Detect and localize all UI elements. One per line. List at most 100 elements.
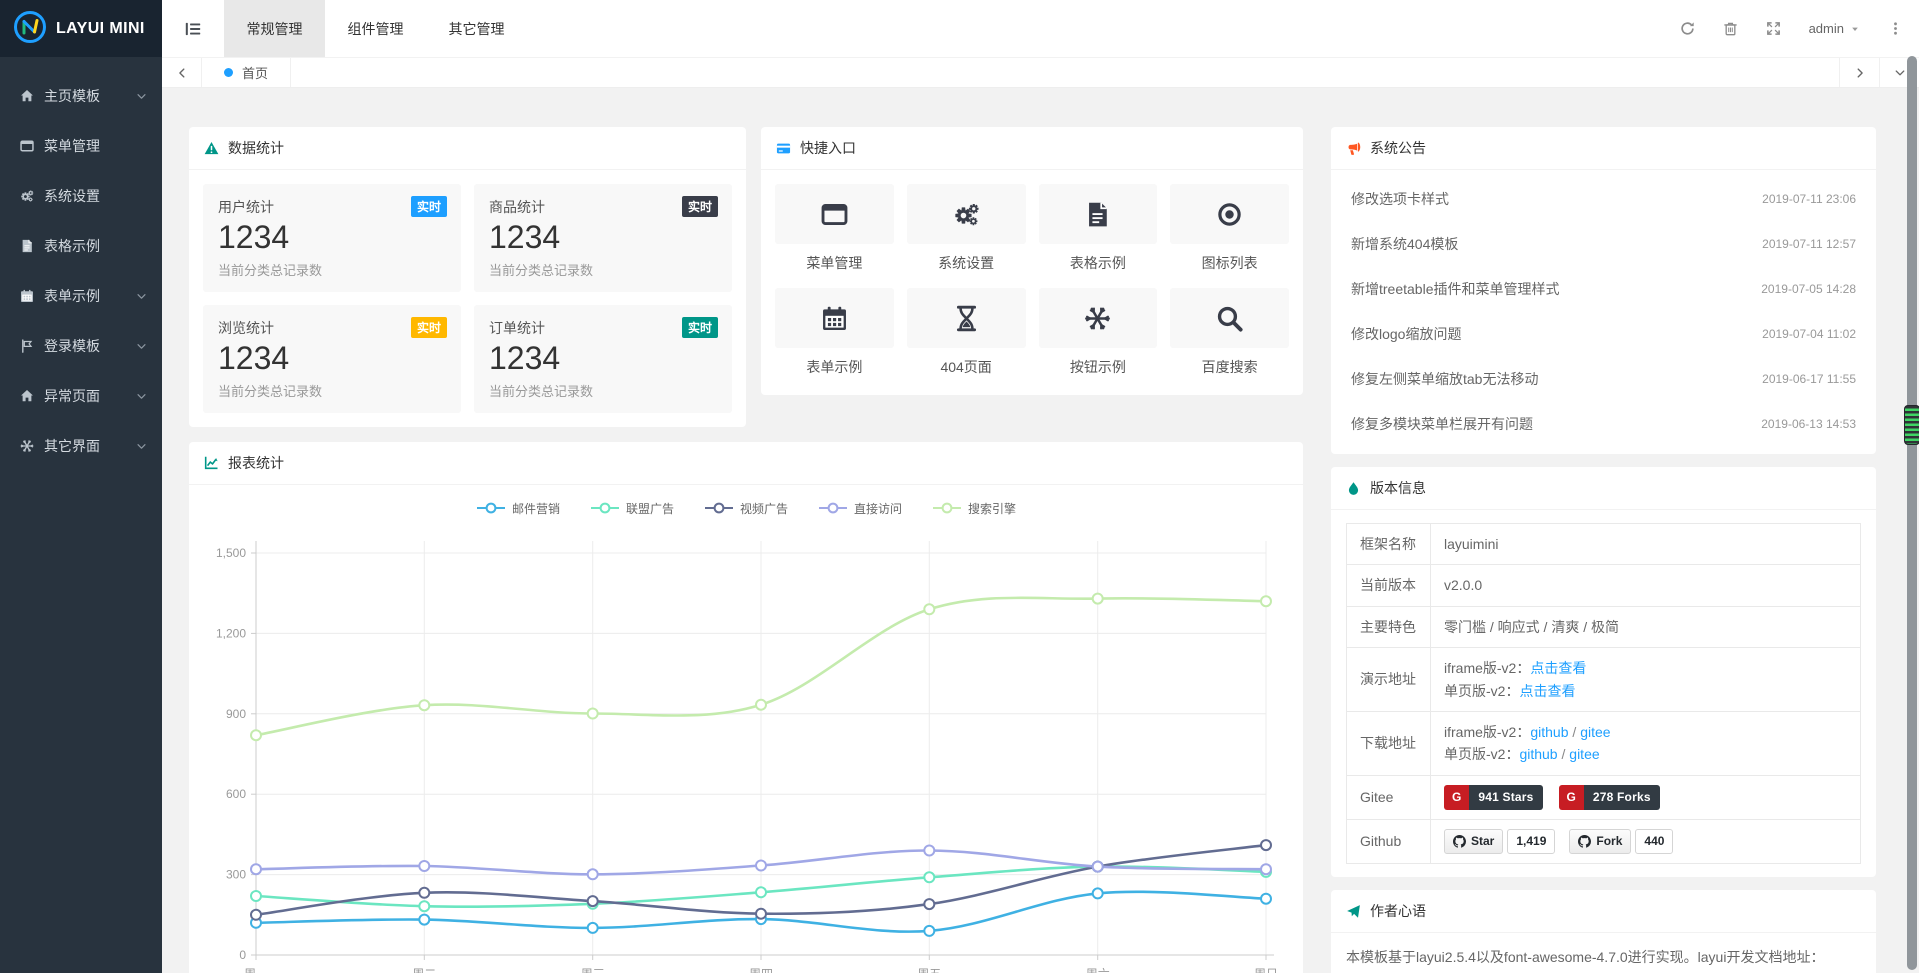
version-row-value: iframe版-v2：点击查看单页版-v2：点击查看 bbox=[1431, 648, 1861, 712]
version-link[interactable]: 点击查看 bbox=[1519, 683, 1575, 699]
legend-marker-icon bbox=[704, 502, 734, 514]
version-row-label: 框架名称 bbox=[1347, 524, 1431, 565]
tab-scroll-left-button[interactable] bbox=[162, 58, 202, 87]
version-row-value: iframe版-v2：github / gitee单页版-v2：github /… bbox=[1431, 711, 1861, 775]
notice-text: 修复左侧菜单缩放tab无法移动 bbox=[1351, 369, 1538, 389]
chevron-down-icon bbox=[136, 91, 147, 102]
quick-entry-7[interactable]: 百度搜索 bbox=[1170, 288, 1289, 377]
link-line-prefix: 单页版-v2： bbox=[1444, 746, 1519, 762]
quick-entry-label: 404页面 bbox=[907, 357, 1026, 377]
legend-marker-icon bbox=[476, 502, 506, 514]
menu-fold-icon[interactable] bbox=[162, 0, 224, 57]
stat-badge: 实时 bbox=[682, 317, 718, 338]
notice-item-1[interactable]: 新增系统404模板2019-07-11 12:57 bbox=[1331, 221, 1876, 266]
file-icon bbox=[20, 239, 34, 253]
quick-entry-label: 百度搜索 bbox=[1170, 357, 1289, 377]
tab-scroll-right-button[interactable] bbox=[1839, 58, 1879, 87]
version-row-value: layuimini bbox=[1431, 524, 1861, 565]
gitee-badge-text: 278 Forks bbox=[1584, 785, 1660, 810]
gitee-badge[interactable]: G941 Stars bbox=[1444, 785, 1543, 810]
svg-text:周三: 周三 bbox=[581, 967, 605, 973]
tab-home[interactable]: 首页 bbox=[202, 58, 291, 87]
sidebar-item-label: 表单示例 bbox=[44, 286, 136, 306]
scrollbar-thumb[interactable] bbox=[1904, 405, 1919, 445]
logo-text: LAYUI MINI bbox=[56, 20, 145, 38]
window-icon bbox=[821, 201, 848, 228]
notice-text: 修改logo缩放问题 bbox=[1351, 324, 1461, 344]
link-separator: / bbox=[1569, 724, 1581, 740]
fullscreen-icon[interactable] bbox=[1766, 21, 1781, 36]
sidebar-item-7[interactable]: 其它界面 bbox=[0, 421, 162, 471]
legend-item-2[interactable]: 视频广告 bbox=[704, 500, 788, 517]
sidebar-item-5[interactable]: 登录模板 bbox=[0, 321, 162, 371]
version-link[interactable]: 点击查看 bbox=[1530, 660, 1586, 676]
chart-legend: 邮件营销 联盟广告 视频广告 直接访问 搜索引擎 bbox=[189, 485, 1303, 517]
sidebar-item-4[interactable]: 表单示例 bbox=[0, 271, 162, 321]
trash-icon[interactable] bbox=[1723, 21, 1738, 36]
panel-version: 版本信息 框架名称layuimini当前版本v2.0.0主要特色零门槛 / 响应… bbox=[1331, 467, 1876, 877]
panel-title: 数据统计 bbox=[228, 138, 284, 158]
svg-text:600: 600 bbox=[226, 787, 246, 801]
notice-item-5[interactable]: 修复多模块菜单栏展开有问题2019-06-13 14:53 bbox=[1331, 401, 1876, 446]
version-link[interactable]: github bbox=[1530, 724, 1568, 740]
quick-entry-0[interactable]: 菜单管理 bbox=[775, 184, 894, 273]
svg-text:周一: 周一 bbox=[244, 967, 268, 973]
header-tab-1[interactable]: 组件管理 bbox=[325, 0, 426, 57]
quick-entry-6[interactable]: 按钮示例 bbox=[1039, 288, 1158, 377]
version-link[interactable]: gitee bbox=[1580, 724, 1610, 740]
link-line-prefix: iframe版-v2： bbox=[1444, 660, 1530, 676]
stat-desc: 当前分类总记录数 bbox=[218, 381, 446, 400]
sidebar-item-6[interactable]: 异常页面 bbox=[0, 371, 162, 421]
svg-text:周六: 周六 bbox=[1086, 967, 1110, 973]
quick-entry-3[interactable]: 图标列表 bbox=[1170, 184, 1289, 273]
notice-time: 2019-07-04 11:02 bbox=[1762, 327, 1856, 341]
dot-circle-icon bbox=[1216, 201, 1243, 228]
more-menu-icon[interactable] bbox=[1888, 21, 1903, 36]
user-menu[interactable]: admin bbox=[1809, 21, 1860, 36]
github-badge[interactable]: Fork440 bbox=[1569, 829, 1673, 854]
header-actions: admin bbox=[1680, 0, 1919, 57]
notice-text: 新增treetable插件和菜单管理样式 bbox=[1351, 279, 1559, 299]
quick-entry-2[interactable]: 表格示例 bbox=[1039, 184, 1158, 273]
notice-item-3[interactable]: 修改logo缩放问题 2019-07-04 11:02 bbox=[1331, 311, 1876, 356]
version-row-4: 下载地址iframe版-v2：github / gitee单页版-v2：gith… bbox=[1347, 711, 1861, 775]
svg-text:1,500: 1,500 bbox=[216, 546, 246, 560]
panel-author: 作者心语 本模板基于layui2.5.4以及font-awesome-4.7.0… bbox=[1331, 890, 1876, 973]
legend-item-1[interactable]: 联盟广告 bbox=[590, 500, 674, 517]
gitee-badge[interactable]: G278 Forks bbox=[1559, 785, 1660, 810]
legend-item-4[interactable]: 搜索引擎 bbox=[932, 500, 1016, 517]
stat-value: 1234 bbox=[489, 340, 717, 377]
github-badge[interactable]: Star1,419 bbox=[1444, 829, 1555, 854]
github-badge-label: Fork bbox=[1596, 832, 1622, 851]
quick-entry-1[interactable]: 系统设置 bbox=[907, 184, 1026, 273]
quick-entry-label: 系统设置 bbox=[907, 253, 1026, 273]
warning-triangle-icon bbox=[204, 141, 219, 156]
panel-title: 作者心语 bbox=[1370, 901, 1426, 921]
scrollbar-track[interactable] bbox=[1907, 56, 1917, 970]
stat-value: 1234 bbox=[218, 340, 446, 377]
sidebar-item-2[interactable]: 系统设置 bbox=[0, 171, 162, 221]
refresh-icon[interactable] bbox=[1680, 21, 1695, 36]
sidebar-item-3[interactable]: 表格示例 bbox=[0, 221, 162, 271]
notice-item-4[interactable]: 修复左侧菜单缩放tab无法移动2019-06-17 11:55 bbox=[1331, 356, 1876, 401]
quick-entry-5[interactable]: 404页面 bbox=[907, 288, 1026, 377]
logo[interactable]: LAYUI MINI bbox=[0, 0, 162, 57]
legend-item-3[interactable]: 直接访问 bbox=[818, 500, 902, 517]
notice-item-2[interactable]: 新增treetable插件和菜单管理样式2019-07-05 14:28 bbox=[1331, 266, 1876, 311]
gears-icon bbox=[20, 189, 34, 203]
quick-entry-label: 图标列表 bbox=[1170, 253, 1289, 273]
header-tab-0[interactable]: 常规管理 bbox=[224, 0, 325, 57]
sidebar-item-0[interactable]: 主页模板 bbox=[0, 71, 162, 121]
sidebar-item-label: 表格示例 bbox=[44, 236, 147, 256]
quick-entry-label: 表格示例 bbox=[1039, 253, 1158, 273]
header-tab-2[interactable]: 其它管理 bbox=[426, 0, 527, 57]
quick-entry-4[interactable]: 表单示例 bbox=[775, 288, 894, 377]
header-nav-tabs: 常规管理组件管理其它管理 bbox=[224, 0, 527, 57]
sidebar-item-1[interactable]: 菜单管理 bbox=[0, 121, 162, 171]
legend-item-0[interactable]: 邮件营销 bbox=[476, 500, 560, 517]
bullhorn-icon bbox=[1346, 141, 1361, 156]
stat-value: 1234 bbox=[489, 219, 717, 256]
version-link[interactable]: gitee bbox=[1569, 746, 1599, 762]
notice-item-0[interactable]: 修改选项卡样式2019-07-11 23:06 bbox=[1331, 176, 1876, 221]
version-link[interactable]: github bbox=[1519, 746, 1557, 762]
